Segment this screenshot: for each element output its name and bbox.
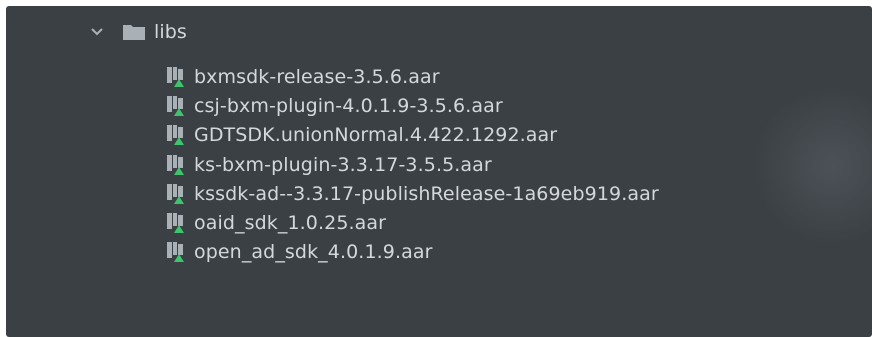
file-label: kssdk-ad--3.3.17-publishRelease-1a69eb91… [194, 183, 659, 205]
library-archive-icon [164, 211, 188, 235]
background-glow [752, 86, 872, 246]
file-label: open_ad_sdk_4.0.1.9.aar [194, 241, 433, 263]
tree-file-item[interactable]: oaid_sdk_1.0.25.aar [164, 208, 386, 238]
library-archive-icon [164, 182, 188, 206]
chevron-down-icon[interactable] [86, 21, 108, 43]
library-archive-icon [164, 153, 188, 177]
file-label: bxmsdk-release-3.5.6.aar [194, 66, 440, 88]
library-archive-icon [164, 123, 188, 147]
library-archive-icon [164, 240, 188, 264]
tree-file-item[interactable]: open_ad_sdk_4.0.1.9.aar [164, 237, 433, 267]
library-archive-icon [164, 65, 188, 89]
file-label: csj-bxm-plugin-4.0.1.9-3.5.6.aar [194, 95, 503, 117]
tree-file-item[interactable]: ks-bxm-plugin-3.3.17-3.5.5.aar [164, 150, 492, 180]
tree-file-item[interactable]: csj-bxm-plugin-4.0.1.9-3.5.6.aar [164, 91, 503, 121]
file-label: ks-bxm-plugin-3.3.17-3.5.5.aar [194, 154, 492, 176]
tree-file-item[interactable]: kssdk-ad--3.3.17-publishRelease-1a69eb91… [164, 179, 659, 209]
tree-folder-libs[interactable]: libs [86, 17, 187, 47]
file-label: oaid_sdk_1.0.25.aar [194, 212, 387, 234]
folder-label: libs [154, 21, 187, 43]
folder-icon [122, 22, 146, 42]
library-archive-icon [164, 94, 188, 118]
tree-file-item[interactable]: GDTSDK.unionNormal.4.422.1292.aar [164, 120, 557, 150]
file-label: GDTSDK.unionNormal.4.422.1292.aar [194, 124, 558, 146]
tree-file-item[interactable]: bxmsdk-release-3.5.6.aar [164, 62, 440, 92]
project-tree-panel: libs bxmsdk-release-3.5.6.aar csj-bxm-plu… [6, 6, 872, 337]
